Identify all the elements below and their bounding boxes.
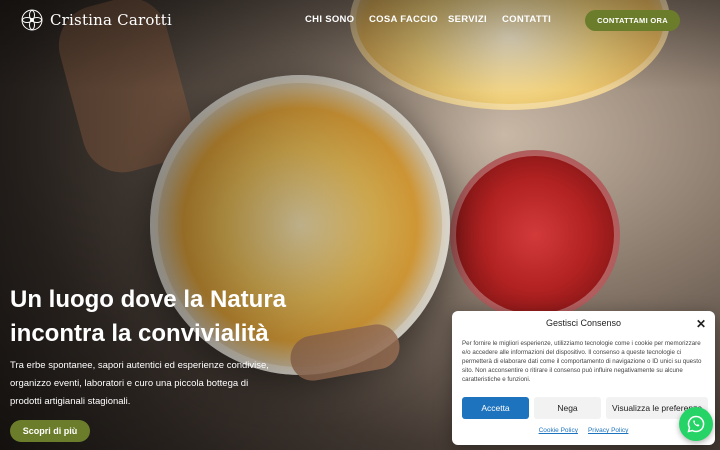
nav-item-chi-sono[interactable]: CHI SONO — [305, 14, 354, 25]
hero-title: Un luogo dove la Natura incontra la conv… — [10, 286, 287, 347]
whatsapp-button[interactable] — [679, 407, 713, 441]
site-logo[interactable]: Cristina Carotti — [20, 8, 172, 32]
consent-links: Cookie Policy Privacy Policy — [452, 427, 715, 434]
nav-item-cosa-faccio[interactable]: COSA FACCIO — [369, 14, 438, 25]
nav-item-servizi[interactable]: SERVIZI — [448, 14, 487, 25]
cookie-consent-dialog: Gestisci Consenso ✕ Per fornire le migli… — [452, 311, 715, 445]
accept-button[interactable]: Accetta — [462, 397, 529, 419]
whatsapp-icon — [687, 415, 705, 433]
discover-more-button[interactable]: Scopri di più — [10, 420, 90, 442]
close-icon[interactable]: ✕ — [696, 317, 706, 331]
nav-item-contatti[interactable]: CONTATTI — [502, 14, 551, 25]
contact-now-button[interactable]: CONTATTAMI ORA — [585, 10, 680, 31]
deny-button[interactable]: Nega — [534, 397, 601, 419]
brand-name: Cristina Carotti — [50, 11, 173, 29]
flower-logo-icon — [21, 9, 43, 31]
hero-description: Tra erbe spontanee, sapori autentici ed … — [10, 360, 269, 407]
cookie-policy-link[interactable]: Cookie Policy — [539, 427, 578, 434]
consent-title: Gestisci Consenso — [545, 318, 622, 328]
consent-text: Per fornire le migliori esperienze, util… — [462, 340, 702, 383]
privacy-policy-link[interactable]: Privacy Policy — [588, 427, 628, 434]
